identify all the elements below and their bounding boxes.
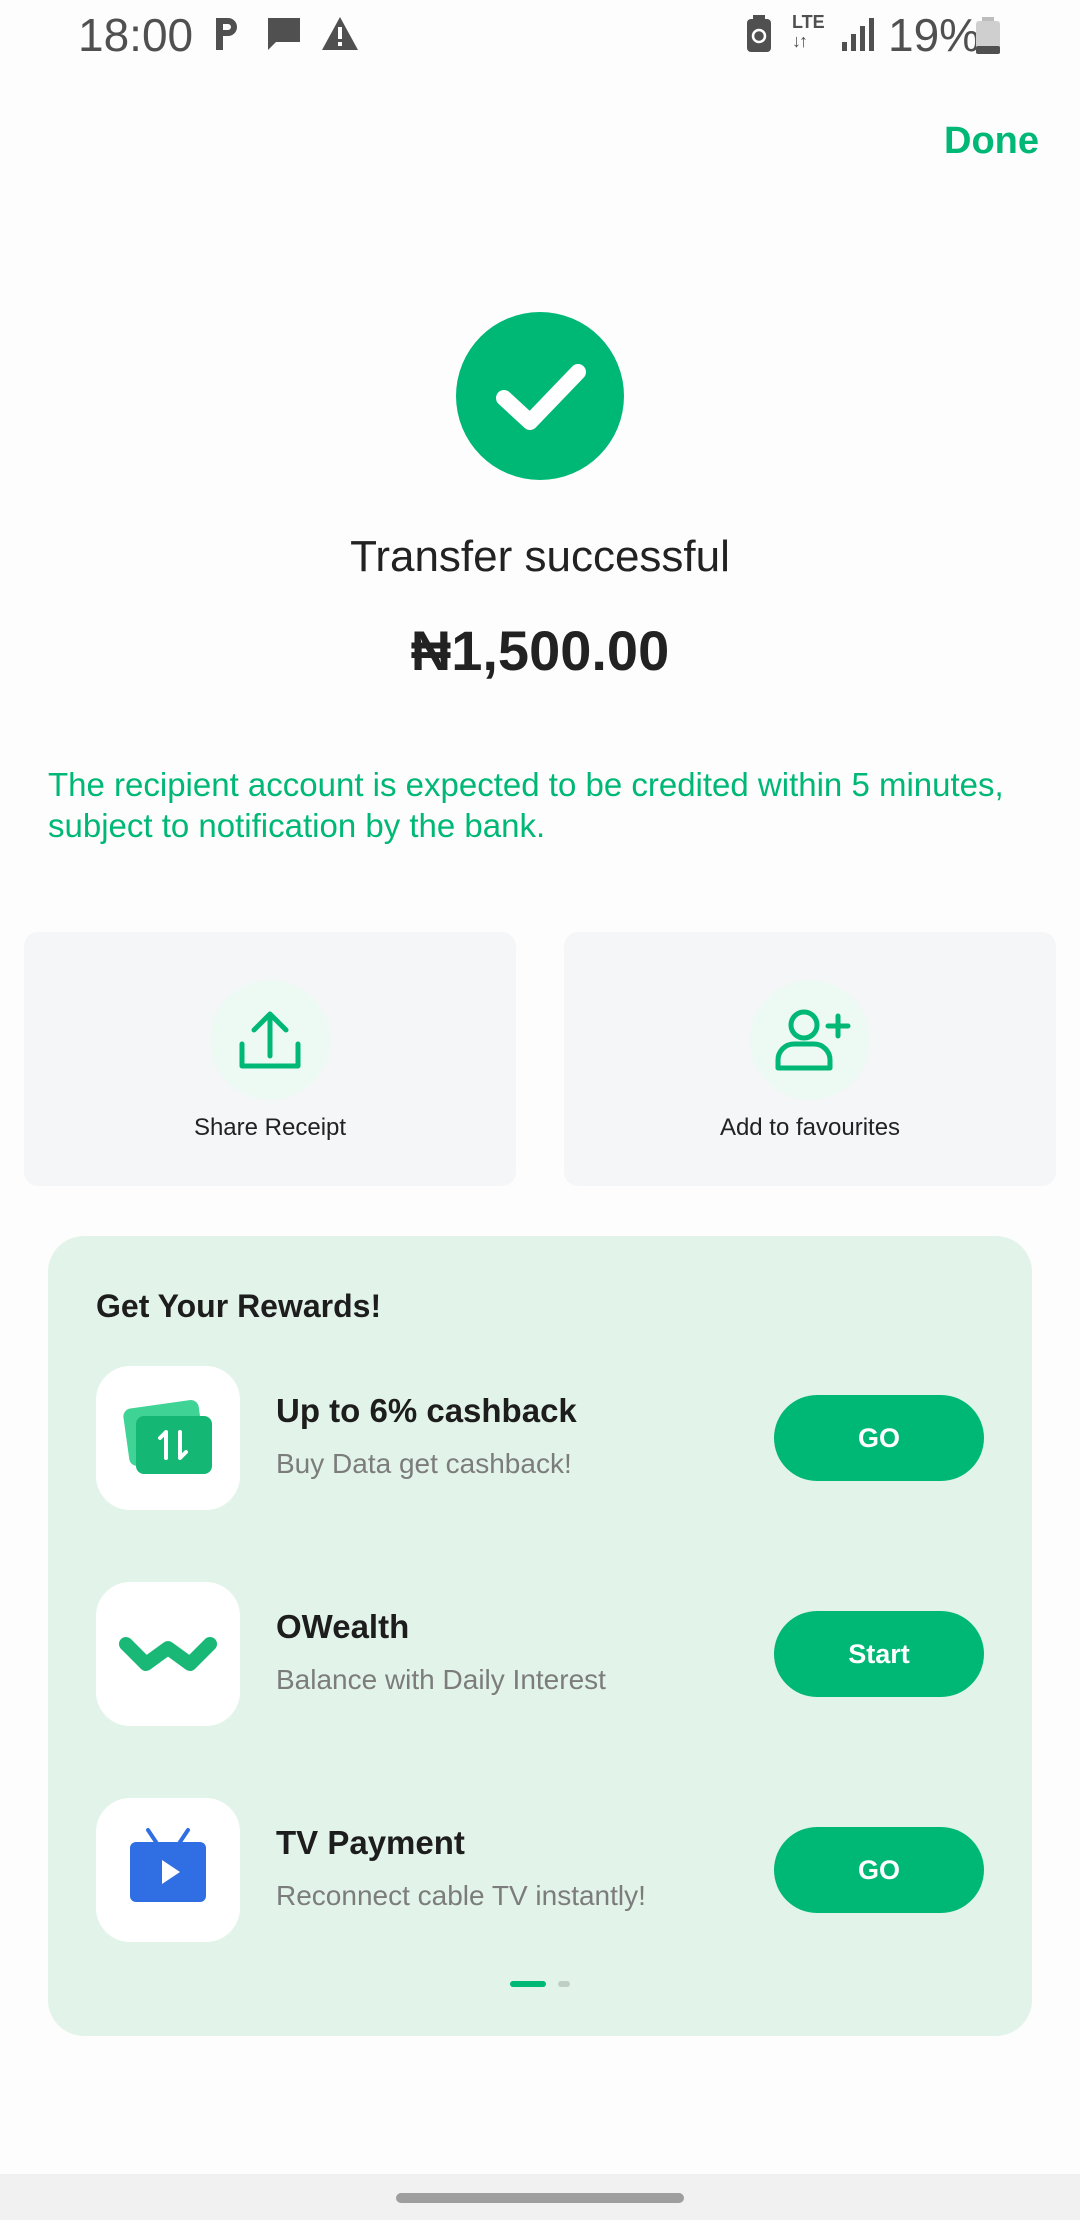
home-indicator[interactable] <box>396 2193 684 2203</box>
owealth-logo-icon <box>96 1582 240 1726</box>
pager-dot[interactable] <box>558 1981 570 1987</box>
reward-item-tv-payment[interactable]: TV Payment Reconnect cable TV instantly!… <box>96 1798 984 1942</box>
message-icon <box>268 18 300 50</box>
share-receipt-label: Share Receipt <box>193 1114 347 1141</box>
status-time: 18:00 <box>78 9 194 61</box>
signal-icon <box>842 18 874 51</box>
status-bar: 18:00 LTE ↓↑ 19% <box>0 0 1080 72</box>
credit-notice: The recipient account is expected to be … <box>48 766 1004 844</box>
data-card-icon <box>96 1366 240 1510</box>
battery-icon <box>976 17 1000 54</box>
battery-saver-icon <box>747 15 771 52</box>
reward-title: TV Payment <box>276 1824 465 1861</box>
warning-icon <box>322 17 358 50</box>
add-user-icon <box>750 980 870 1100</box>
rewards-panel: Get Your Rewards! Up to 6% cashback Buy … <box>48 1236 1032 2036</box>
transfer-amount: ₦1,500.00 <box>410 619 670 682</box>
share-receipt-button[interactable]: Share Receipt <box>24 932 516 1186</box>
cashback-go-button[interactable]: GO <box>774 1395 984 1481</box>
reward-item-owealth[interactable]: OWealth Balance with Daily Interest Star… <box>96 1582 984 1726</box>
tv-icon <box>96 1798 240 1942</box>
navigation-bar <box>0 2174 1080 2220</box>
parking-icon <box>216 18 237 50</box>
success-check-icon <box>456 312 624 480</box>
add-to-favourites-label: Add to favourites <box>719 1114 901 1141</box>
transfer-status-title: Transfer successful <box>350 532 730 581</box>
rewards-title: Get Your Rewards! <box>96 1288 382 1324</box>
reward-subtitle: Balance with Daily Interest <box>276 1664 606 1695</box>
reward-title: Up to 6% cashback <box>276 1392 577 1429</box>
reward-title: OWealth <box>276 1608 410 1645</box>
pager-dot-active <box>510 1981 546 1987</box>
add-to-favourites-button[interactable]: Add to favourites <box>564 932 1056 1186</box>
upload-icon <box>210 980 330 1100</box>
lte-icon: LTE ↓↑ <box>792 12 825 51</box>
done-button[interactable]: Done <box>944 120 1039 163</box>
reward-subtitle: Reconnect cable TV instantly! <box>276 1880 646 1911</box>
tv-payment-go-button[interactable]: GO <box>774 1827 984 1913</box>
owealth-start-button[interactable]: Start <box>774 1611 984 1697</box>
reward-subtitle: Buy Data get cashback! <box>276 1448 572 1479</box>
reward-item-cashback[interactable]: Up to 6% cashback Buy Data get cashback!… <box>96 1366 984 1510</box>
battery-percentage: 19% <box>888 9 981 61</box>
